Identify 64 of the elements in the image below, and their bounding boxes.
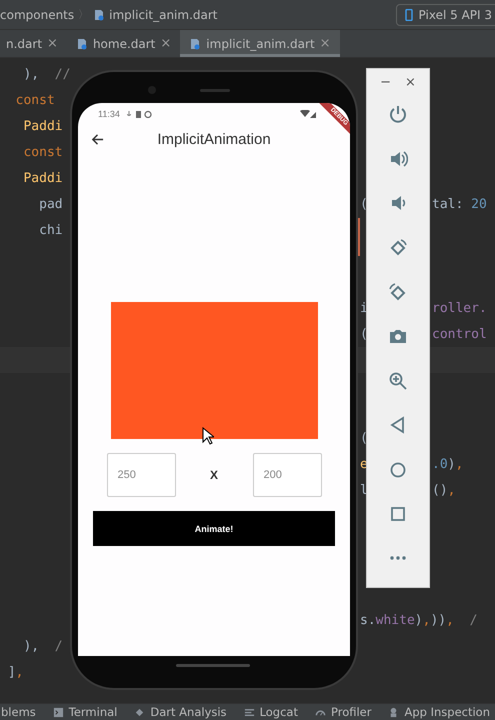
tool-window-button[interactable]: Profiler	[314, 705, 372, 719]
tool-window-button[interactable]: Terminal	[52, 705, 118, 719]
animate-button[interactable]: Animate!	[93, 511, 335, 546]
status-time: 11:34	[98, 109, 120, 119]
code-text: ), //	[22, 66, 70, 82]
editor-tab[interactable]: home.dart ×	[66, 30, 180, 57]
height-field[interactable]: 200	[252, 453, 322, 497]
breadcrumb-item[interactable]: implicit_anim.dart	[109, 8, 218, 22]
code-text: Paddi	[22, 170, 63, 186]
code-text: roller.	[432, 300, 487, 316]
minimize-button[interactable]: −	[380, 75, 391, 90]
close-tab-button[interactable]: ×	[160, 36, 172, 51]
editor-tab[interactable]: implicit_anim.dart ×	[180, 30, 340, 57]
home-icon[interactable]	[388, 460, 408, 480]
close-tab-button[interactable]: ×	[47, 36, 58, 51]
close-button[interactable]: ×	[405, 75, 416, 90]
editor-tab[interactable]: n.dart ×	[0, 30, 67, 57]
tab-label: n.dart	[6, 36, 42, 50]
code-text: (	[360, 326, 368, 342]
rotate-left-icon[interactable]	[388, 238, 408, 258]
tool-window-button[interactable]: blems	[1, 705, 36, 719]
code-text: pad	[38, 196, 63, 212]
person-icon	[388, 706, 400, 718]
dimension-separator: X	[208, 468, 219, 482]
close-tab-button[interactable]: ×	[320, 36, 331, 51]
code-text: .0),	[432, 456, 464, 472]
breadcrumb-separator: 〉	[78, 7, 90, 22]
speaker-slot	[200, 89, 230, 92]
rotate-right-icon[interactable]	[388, 282, 408, 302]
width-field[interactable]: 250	[106, 453, 176, 497]
code-text: const	[14, 92, 55, 108]
device-selector[interactable]: Pixel 5 API 3	[396, 4, 495, 26]
file-icon	[76, 38, 88, 50]
diamond-icon	[134, 706, 146, 718]
code-text: control	[432, 326, 487, 342]
code-text: chi	[38, 222, 63, 238]
file-icon	[93, 8, 106, 20]
tool-window-button[interactable]: Dart Analysis	[134, 705, 227, 719]
signal-icon	[300, 110, 316, 118]
code-text: (	[360, 196, 368, 212]
tab-label: home.dart	[92, 36, 156, 50]
code-text: ), /	[22, 638, 63, 654]
lines-icon	[244, 706, 255, 718]
code-text: ],	[6, 664, 24, 680]
zoom-in-icon[interactable]	[388, 370, 408, 391]
file-icon	[189, 38, 202, 50]
power-icon[interactable]	[388, 104, 408, 124]
code-text: s.white),)), /	[360, 612, 478, 628]
code-text: Paddi	[22, 118, 63, 134]
mouse-cursor-icon	[202, 427, 214, 445]
tab-label: implicit_anim.dart	[206, 36, 315, 50]
code-text: (	[360, 430, 368, 446]
code-text: tal: 20	[432, 196, 487, 212]
tool-window-button[interactable]: App Inspection	[388, 705, 490, 719]
terminal-icon	[52, 706, 64, 718]
code-text: l	[360, 482, 368, 498]
phone-icon	[404, 8, 413, 20]
volume-up-icon[interactable]	[388, 148, 408, 169]
back-arrow-icon[interactable]	[91, 132, 104, 146]
tool-window-button[interactable]: Logcat	[244, 705, 298, 719]
code-text: (),	[432, 482, 456, 498]
app-bar-title: ImplicitAnimation	[157, 130, 271, 148]
code-text: const	[22, 144, 63, 160]
breadcrumb-item[interactable]: components	[0, 8, 74, 22]
